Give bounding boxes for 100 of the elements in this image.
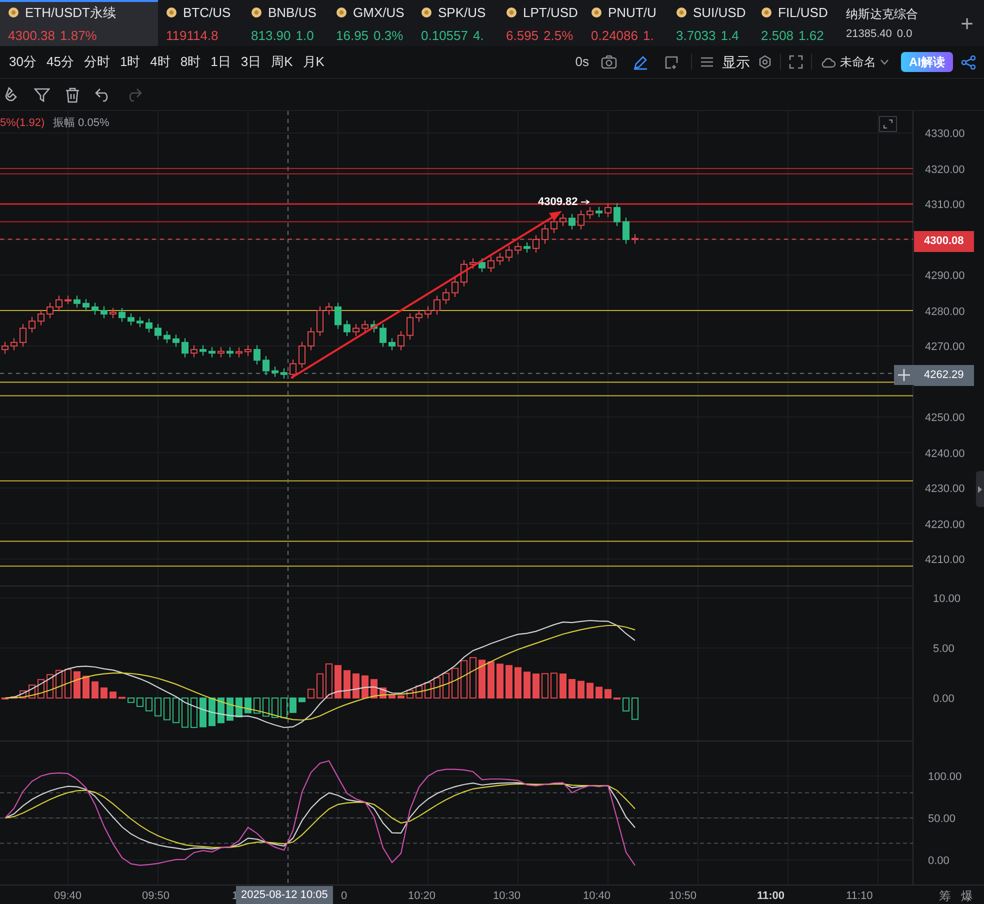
interval-tab[interactable]: 30分: [4, 52, 42, 72]
price-axis-label: 4220.00: [925, 518, 965, 532]
interval-tab[interactable]: 月K: [298, 52, 330, 72]
price-axis-label: 4270.00: [925, 340, 965, 355]
ticker-price: 119114.8: [166, 26, 218, 44]
arrow-icon: [580, 199, 590, 206]
kdj-axis-label: 0.00: [928, 854, 950, 869]
time-axis-label: 10:40: [583, 889, 611, 904]
crosshair-price-tag: 4262.29: [914, 365, 974, 386]
time-axis-label: 10:50: [669, 889, 697, 904]
ticker-symbol: GMX/US: [353, 4, 404, 22]
ticker-change: 4.: [473, 26, 484, 44]
caret-icon: [978, 486, 982, 492]
footer-toggle[interactable]: 爆: [961, 887, 973, 904]
crop-box-icon[interactable]: [664, 54, 679, 70]
camera-icon[interactable]: [601, 55, 617, 69]
price-axis-label: 4210.00: [925, 553, 965, 568]
ticker-symbol: BNB/US: [268, 4, 316, 22]
ticker-price: 3.7033: [676, 26, 716, 44]
interval-tab[interactable]: 3日: [236, 52, 266, 72]
ticker-tab[interactable]: BNB/US 813.90 1.0: [243, 0, 328, 46]
ticker-change: 2.5%: [544, 26, 574, 44]
ticker-symbol: PNUT/U: [608, 4, 656, 22]
ticker-tab[interactable]: BTC/US 119114.8: [158, 0, 243, 46]
trash-icon[interactable]: [65, 86, 80, 102]
expand-button[interactable]: [879, 116, 897, 132]
add-alert-button[interactable]: [894, 365, 914, 385]
price-axis-label: 4250.00: [925, 411, 965, 426]
list-icon[interactable]: [700, 56, 714, 68]
ticker-price: 0.24086: [591, 26, 638, 44]
filter-icon[interactable]: [34, 86, 50, 102]
interval-tab[interactable]: 45分: [41, 52, 79, 72]
macd-axis-label: 10.00: [933, 592, 961, 607]
ticker-symbol: LPT/USD: [523, 4, 578, 22]
ticker-symbol: 纳斯达克综合: [846, 6, 918, 24]
time-axis-label: 0: [341, 889, 348, 904]
ticker-tab[interactable]: ETH/USDT永续 4300.38 1.87%: [0, 0, 158, 46]
interval-tab[interactable]: 8时: [175, 52, 206, 72]
time-axis-label: 10:30: [493, 889, 521, 904]
ticker-tab[interactable]: 纳斯达克综合 21385.40 0.0: [838, 0, 923, 46]
refresh-interval[interactable]: 0s: [575, 52, 589, 72]
ticker-tab[interactable]: LPT/USD 6.595 2.5%: [498, 0, 583, 46]
ticker-symbol: SUI/USD: [693, 4, 746, 22]
layout-name-menu[interactable]: 未命名: [820, 53, 889, 71]
ticker-price: 6.595: [506, 26, 539, 44]
time-axis-label: 09:40: [54, 889, 82, 904]
time-axis-label: 11:00: [757, 889, 785, 904]
settings-icon[interactable]: [758, 55, 772, 69]
price-axis-label: 4320.00: [925, 162, 965, 178]
ticker-symbol: FIL/USD: [778, 4, 828, 22]
ticker-change: 0.0: [896, 27, 912, 42]
ticker-change: 1.62: [798, 26, 824, 44]
plus-icon: [898, 369, 910, 381]
price-axis-label: 4330.00: [925, 127, 965, 142]
pencil-icon[interactable]: [633, 54, 648, 70]
price-axis-label: 4290.00: [925, 269, 965, 284]
crosshair-time-tag: 2025-08-12 10:05: [236, 886, 333, 904]
kdj-axis-label: 100.00: [928, 770, 962, 785]
ticker-price: 813.90: [251, 26, 291, 44]
amplitude-reading: 振幅 0.05%: [53, 116, 110, 131]
interval-tab[interactable]: 周K: [266, 52, 298, 72]
macd-axis-label: 5.00: [933, 642, 954, 657]
time-axis-label: 11:10: [846, 889, 873, 904]
footer-toggle[interactable]: 筹: [939, 887, 951, 904]
kdj-axis-label: 50.00: [928, 812, 956, 827]
interval-tab[interactable]: 分时: [78, 52, 115, 72]
price-axis-label: 4310.00: [925, 198, 965, 213]
ticker-tab[interactable]: SUI/USD 3.7033 1.4: [668, 0, 753, 46]
price-axis-label: 4280.00: [925, 304, 965, 320]
ticker-price: 21385.40: [846, 27, 892, 42]
ticker-change: 1.4: [720, 26, 739, 44]
cloud-icon: [820, 56, 836, 68]
ticker-price: 16.95: [336, 26, 369, 44]
display-menu[interactable]: 显示: [722, 52, 750, 72]
ticker-tab[interactable]: FIL/USD 2.508 1.62: [753, 0, 838, 46]
time-axis-label: 10:20: [408, 889, 436, 904]
add-tab-button[interactable]: +: [950, 0, 984, 46]
ticker-price: 2.508: [761, 26, 794, 44]
ticker-tab[interactable]: GMX/US 16.95 0.3%: [328, 0, 413, 46]
interval-tab[interactable]: 1时: [114, 52, 146, 72]
interval-tab[interactable]: 1日: [206, 52, 236, 72]
expand-icon: [883, 119, 893, 129]
caret-icon: [880, 59, 889, 65]
ticker-symbol: ETH/USDT永续: [25, 4, 116, 22]
price-axis-label: 4240.00: [925, 446, 965, 462]
price-axis-label: 4230.00: [925, 482, 965, 497]
side-panel-toggle[interactable]: [976, 471, 984, 507]
fullscreen-icon[interactable]: [789, 55, 803, 69]
time-axis-label: 09:50: [142, 889, 170, 904]
ticker-tab[interactable]: SPK/US 0.10557 4.: [413, 0, 498, 46]
macd-axis-label: 0.00: [933, 692, 954, 707]
ticker-tab[interactable]: PNUT/U 0.24086 1.: [583, 0, 668, 46]
ticker-change: 1.87%: [60, 26, 97, 44]
ticker-symbol: SPK/US: [438, 4, 486, 22]
ticker-change: 0.3%: [374, 26, 404, 44]
magnet-icon[interactable]: [3, 86, 19, 102]
ticker-price: 4300.38: [8, 26, 55, 44]
last-price-tag: 4300.08: [914, 231, 974, 252]
share-icon[interactable]: [961, 54, 976, 70]
interval-tab[interactable]: 4时: [145, 52, 176, 72]
